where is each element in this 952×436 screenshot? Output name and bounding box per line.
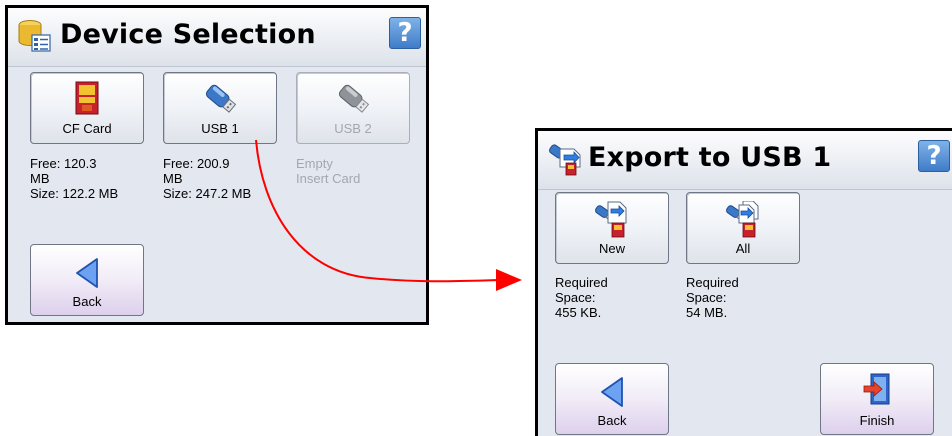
back-label: Back — [72, 294, 102, 309]
cf-card-label: CF Card — [62, 121, 112, 136]
back-arrow-icon — [601, 377, 623, 407]
export-all-button[interactable]: All — [686, 192, 800, 264]
export-titlebar: Export to USB 1 ? — [538, 131, 952, 190]
usb-drive-icon — [205, 84, 237, 113]
cf-card-icon — [75, 81, 99, 115]
back-button[interactable]: Back — [30, 244, 144, 316]
cf-card-size: Size: 122.2 MB — [30, 186, 119, 201]
finish-door-icon — [863, 373, 890, 405]
export-all-label: All — [735, 241, 751, 256]
help-button[interactable]: ? — [389, 17, 421, 49]
export-new-space: Space: — [555, 290, 596, 305]
usb2-info: Empty Insert Card — [296, 156, 360, 186]
usb2-button[interactable]: USB 2 — [296, 72, 410, 144]
usb2-label: USB 2 — [334, 121, 372, 136]
usb2-hint: Insert Card — [296, 171, 361, 186]
usb1-free: Free: 200.9 — [163, 156, 230, 171]
export-new-info: Required Space: 455 KB. — [555, 275, 608, 320]
export-new-icon — [595, 201, 627, 238]
export-panel: Export to USB 1 ? New All Required Space… — [535, 128, 952, 436]
export-new-label: New — [598, 241, 625, 256]
usb1-info: Free: 200.9 MB Size: 247.2 MB — [163, 156, 251, 201]
export-new-button[interactable]: New — [555, 192, 669, 264]
usb1-button[interactable]: USB 1 — [163, 72, 277, 144]
finish-button[interactable]: Finish — [820, 363, 934, 435]
export-new-required: Required — [555, 275, 608, 290]
export-new-size: 455 KB. — [555, 305, 602, 320]
export-all-info: Required Space: 54 MB. — [686, 275, 739, 320]
usb1-label: USB 1 — [201, 121, 239, 136]
export-all-size: 54 MB. — [686, 305, 728, 320]
back-button[interactable]: Back — [555, 363, 669, 435]
cf-card-free: Free: 120.3 — [30, 156, 97, 171]
back-arrow-icon — [76, 258, 98, 288]
back-label: Back — [597, 413, 627, 428]
export-all-space: Space: — [686, 290, 727, 305]
usb-drive-disabled-icon — [338, 84, 370, 113]
page-title: Export to USB 1 — [588, 142, 832, 173]
flow-arrow-head — [496, 269, 522, 291]
finish-label: Finish — [859, 413, 895, 428]
storage-database-icon — [18, 20, 51, 52]
export-all-icon — [726, 201, 759, 238]
device-selection-panel: Device Selection ? CF Card USB 1 USB 2 F… — [5, 5, 429, 325]
export-all-required: Required — [686, 275, 739, 290]
usb2-status: Empty — [296, 156, 333, 171]
cf-card-info: Free: 120.3 MB Size: 122.2 MB — [30, 156, 118, 201]
cf-card-button[interactable]: CF Card — [30, 72, 144, 144]
export-icon — [549, 144, 581, 176]
usb1-free-unit: MB — [163, 171, 183, 186]
device-selection-titlebar: Device Selection ? — [8, 8, 426, 67]
usb1-size: Size: 247.2 MB — [163, 186, 252, 201]
page-title: Device Selection — [60, 19, 316, 50]
help-button[interactable]: ? — [918, 140, 950, 172]
cf-card-free-unit: MB — [30, 171, 50, 186]
